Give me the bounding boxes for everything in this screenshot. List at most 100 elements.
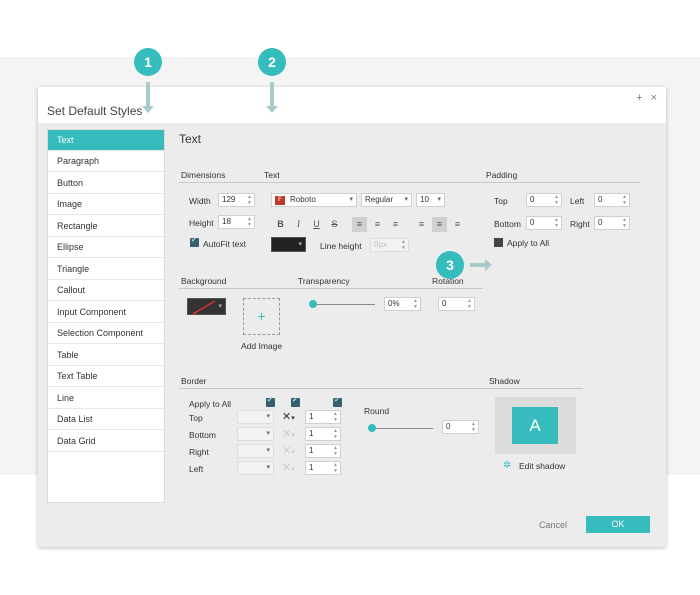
align-right-icon[interactable]: ≡ [388,217,403,232]
sidebar-item-line[interactable]: Line [48,388,164,409]
round-input[interactable]: 0 ▲ ▼ [442,420,479,434]
callout-badge-2: 2 [258,48,286,76]
sidebar-item-paragraph[interactable]: Paragraph [48,151,164,172]
sidebar-item-triangle[interactable]: Triangle [48,259,164,280]
valign-middle-icon[interactable]: ≡ [432,217,447,232]
sidebar-item-selection-component[interactable]: Selection Component [48,323,164,344]
transparency-slider-knob[interactable] [309,300,317,308]
sidebar-item-ellipse[interactable]: Ellipse [48,237,164,258]
padding-left-label: Left [570,196,585,206]
autofit-checkbox[interactable] [190,236,199,247]
chevron-down-icon: ▾ [404,196,408,203]
border-bottom-style-icon[interactable]: ✕▾ [282,427,295,440]
padding-top-input[interactable]: 0 ▲ ▼ [526,193,562,207]
sidebar-item-image[interactable]: Image [48,194,164,215]
sidebar-item-input-component[interactable]: Input Component [48,302,164,323]
chevron-down-icon: ▾ [349,196,353,203]
edit-shadow-link[interactable]: Edit shadow [519,461,565,471]
shadow-heading: Shadow [489,376,520,386]
autofit-label: AutoFit text [203,239,246,249]
padding-bottom-input[interactable]: 0 ▲ ▼ [526,216,562,230]
padding-apply-all-checkbox[interactable] [494,238,503,247]
padding-bottom-label: Bottom [494,219,521,229]
font-family-select[interactable]: F Roboto ▾ [271,193,357,207]
chevron-down-icon: ▾ [298,241,302,248]
callout-arrow-2 [266,82,278,113]
border-left-style-icon[interactable]: ✕▾ [282,461,295,474]
width-input[interactable]: 129 ▲ ▼ [218,193,255,207]
height-label: Height [189,218,214,228]
background-color-picker[interactable]: ▾ [187,298,226,315]
border-bottom-width-input[interactable]: 1 ▲ ▼ [305,427,341,441]
border-bottom-color-select[interactable]: ▾ [237,427,274,441]
sidebar-item-data-grid[interactable]: Data Grid [48,431,164,452]
valign-bottom-icon[interactable]: ≡ [450,217,465,232]
border-apply-all-style-checkbox[interactable] [291,396,300,407]
height-input[interactable]: 18 ▲ ▼ [218,215,255,229]
border-right-label: Right [189,447,209,457]
padding-heading: Padding [486,170,518,180]
text-color-picker[interactable]: ▾ [271,237,306,252]
sidebar-item-text[interactable]: Text [48,130,164,151]
dimensions-heading: Dimensions [181,170,226,180]
sidebar-item-callout[interactable]: Callout [48,280,164,301]
bold-button[interactable]: B [273,217,288,232]
border-left-color-select[interactable]: ▾ [237,461,274,475]
border-apply-all-label: Apply to All [189,399,232,409]
line-height-input[interactable]: 0px ▲ ▼ [370,238,409,252]
transparency-slider-track[interactable] [310,304,375,305]
add-image-label: Add Image [241,341,283,351]
panel-title: Text [179,132,202,146]
line-height-label: Line height [320,241,362,251]
rotation-input[interactable]: 0 ▲ ▼ [438,297,475,311]
sidebar-item-rectangle[interactable]: Rectangle [48,216,164,237]
round-label: Round [364,406,390,416]
callout-arrow-3 [470,263,486,267]
font-size-select[interactable]: 10 ▾ [416,193,445,207]
strikethrough-button[interactable]: S [327,217,342,232]
gear-icon[interactable]: ✲ [503,460,511,471]
close-icon[interactable]: × [651,92,657,104]
align-center-icon[interactable]: ≡ [370,217,385,232]
chevron-down-icon: ▾ [437,196,441,203]
sidebar-item-table[interactable]: Table [48,345,164,366]
italic-button[interactable]: I [291,217,306,232]
underline-button[interactable]: U [309,217,324,232]
sidebar-item-text-table[interactable]: Text Table [48,366,164,387]
border-top-color-select[interactable]: ▾ [237,410,274,424]
border-right-width-input[interactable]: 1 ▲ ▼ [305,444,341,458]
align-left-icon[interactable]: ≡ [352,217,367,232]
border-apply-all-width-checkbox[interactable] [333,396,342,407]
plus-icon: + [257,308,266,324]
valign-top-icon[interactable]: ≡ [414,217,429,232]
border-heading: Border [181,376,207,386]
ok-button[interactable]: OK [586,516,650,533]
border-left-width-input[interactable]: 1 ▲ ▼ [305,461,341,475]
round-slider-knob[interactable] [368,424,376,432]
text-heading: Text [264,170,280,180]
round-slider-track[interactable] [369,428,433,429]
border-apply-all-color-checkbox[interactable] [266,396,275,407]
cancel-button[interactable]: Cancel [539,520,567,530]
padding-left-input[interactable]: 0 ▲ ▼ [594,193,630,207]
font-weight-select[interactable]: Regular ▾ [361,193,412,207]
add-image-dropzone[interactable]: + [243,298,280,335]
padding-right-input[interactable]: 0 ▲ ▼ [594,216,630,230]
width-label: Width [189,196,211,206]
padding-right-label: Right [570,219,590,229]
callout-arrowhead-3 [485,259,492,271]
border-right-color-select[interactable]: ▾ [237,444,274,458]
border-top-width-input[interactable]: 1 ▲ ▼ [305,410,341,424]
border-bottom-label: Bottom [189,430,216,440]
set-default-styles-dialog: Set Default Styles + × Text Paragraph Bu… [38,87,666,547]
sidebar-item-data-list[interactable]: Data List [48,409,164,430]
background-heading: Background [181,276,227,286]
sidebar-item-button[interactable]: Button [48,173,164,194]
add-icon[interactable]: + [636,92,642,104]
border-left-label: Left [189,464,204,474]
callout-badge-1: 1 [134,48,162,76]
transparency-heading: Transparency [298,276,350,286]
border-right-style-icon[interactable]: ✕▾ [282,444,295,457]
transparency-input[interactable]: 0% ▲ ▼ [384,297,421,311]
border-top-style-icon[interactable]: ✕▾ [282,410,295,423]
